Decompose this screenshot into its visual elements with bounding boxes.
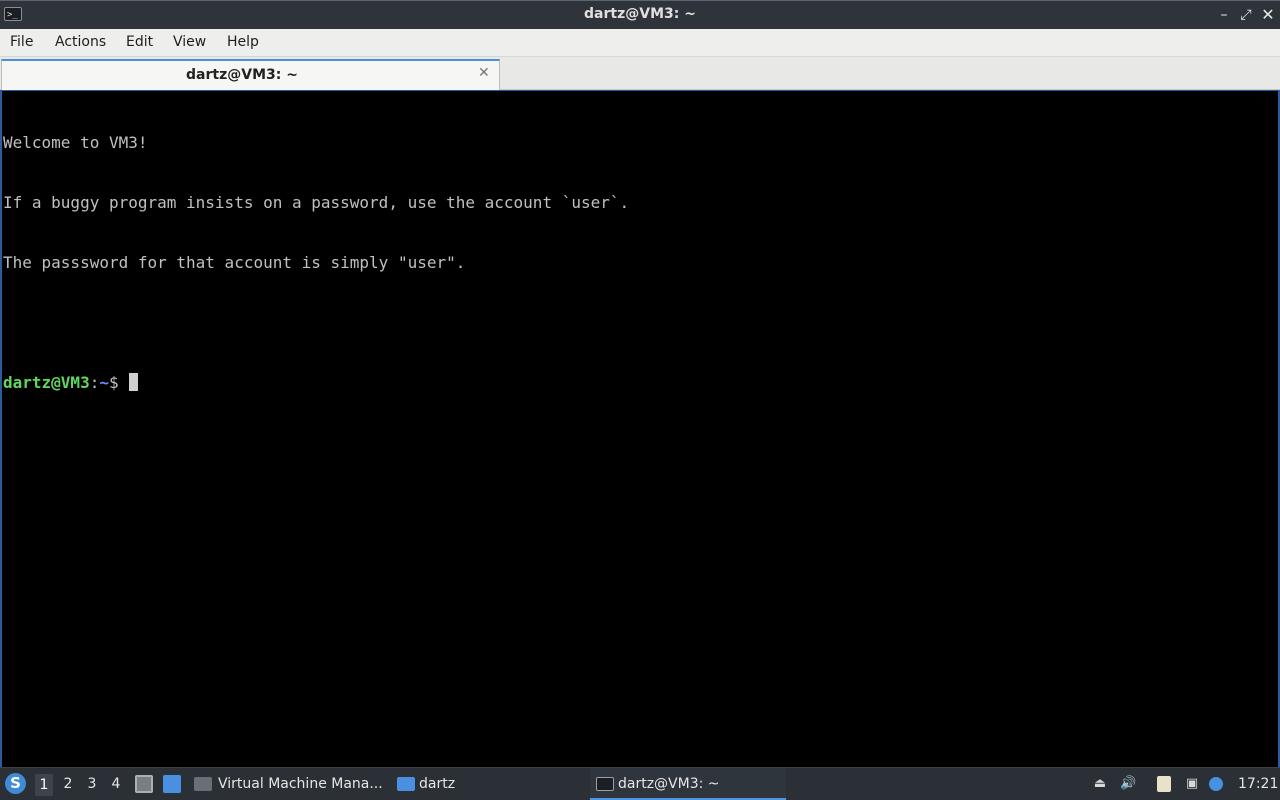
terminal-output: Welcome to VM3! If a buggy program insis…	[3, 93, 629, 433]
menu-edit[interactable]: Edit	[126, 34, 153, 50]
window-title: dartz@VM3: ~	[584, 6, 696, 22]
workspace-3[interactable]: 3	[83, 776, 101, 792]
terminal-prompt[interactable]: dartz@VM3:~$	[3, 373, 629, 393]
task-label: dartz	[419, 776, 456, 792]
clock[interactable]: 17:21	[1238, 776, 1278, 792]
menu-help[interactable]: Help	[227, 34, 259, 50]
prompt-path: ~	[99, 373, 109, 392]
window-titlebar[interactable]: >_ dartz@VM3: ~ – ⤢ ✕	[0, 0, 1280, 29]
folder-icon	[397, 777, 415, 791]
menu-actions[interactable]: Actions	[55, 34, 106, 50]
minimize-button[interactable]: –	[1214, 5, 1234, 25]
start-menu-icon[interactable]: S	[5, 773, 26, 794]
menu-file[interactable]: File	[10, 34, 33, 50]
terminal-area[interactable]: Welcome to VM3! If a buggy program insis…	[0, 90, 1280, 767]
workspace-1[interactable]: 1	[35, 774, 53, 796]
clipboard-icon[interactable]	[1157, 776, 1171, 792]
show-desktop-icon[interactable]	[163, 775, 181, 793]
terminal-line: If a buggy program insists on a password…	[3, 193, 630, 212]
tab-label: dartz@VM3: ~	[186, 67, 298, 83]
terminal-icon	[596, 777, 614, 791]
prompt-sign: $	[108, 373, 119, 392]
file-manager-icon[interactable]	[135, 775, 153, 793]
workspace-2[interactable]: 2	[59, 776, 77, 792]
close-button[interactable]: ✕	[1258, 5, 1278, 25]
network-icon[interactable]: ▣	[1184, 776, 1200, 792]
menu-bar: File Actions Edit View Help	[0, 29, 1280, 57]
task-terminal[interactable]: dartz@VM3: ~	[590, 768, 786, 800]
tab-bar: dartz@VM3: ~ ✕	[0, 57, 1280, 90]
task-label: Virtual Machine Mana...	[218, 776, 383, 792]
volume-icon[interactable]: 🔊	[1120, 776, 1136, 792]
terminal-line: Welcome to VM3!	[3, 133, 148, 152]
eject-icon[interactable]: ⏏	[1092, 776, 1108, 792]
notification-icon[interactable]	[1209, 777, 1223, 791]
workspace-4[interactable]: 4	[107, 776, 125, 792]
maximize-button[interactable]: ⤢	[1236, 5, 1256, 25]
menu-view[interactable]: View	[173, 34, 206, 50]
task-file-manager[interactable]: dartz	[392, 768, 582, 800]
prompt-user-host: dartz@VM3	[3, 373, 90, 392]
tab-close-icon[interactable]: ✕	[478, 65, 490, 81]
task-virt-manager[interactable]: Virtual Machine Mana...	[190, 768, 390, 800]
taskbar: S 1 2 3 4 Virtual Machine Mana... dartz …	[0, 767, 1280, 800]
task-label: dartz@VM3: ~	[618, 776, 720, 792]
terminal-line: The passsword for that account is simply…	[3, 253, 466, 272]
tab-terminal[interactable]: dartz@VM3: ~ ✕	[1, 59, 500, 90]
prompt-colon: :	[89, 373, 100, 392]
text-cursor	[128, 373, 138, 391]
virt-manager-icon	[194, 777, 212, 791]
